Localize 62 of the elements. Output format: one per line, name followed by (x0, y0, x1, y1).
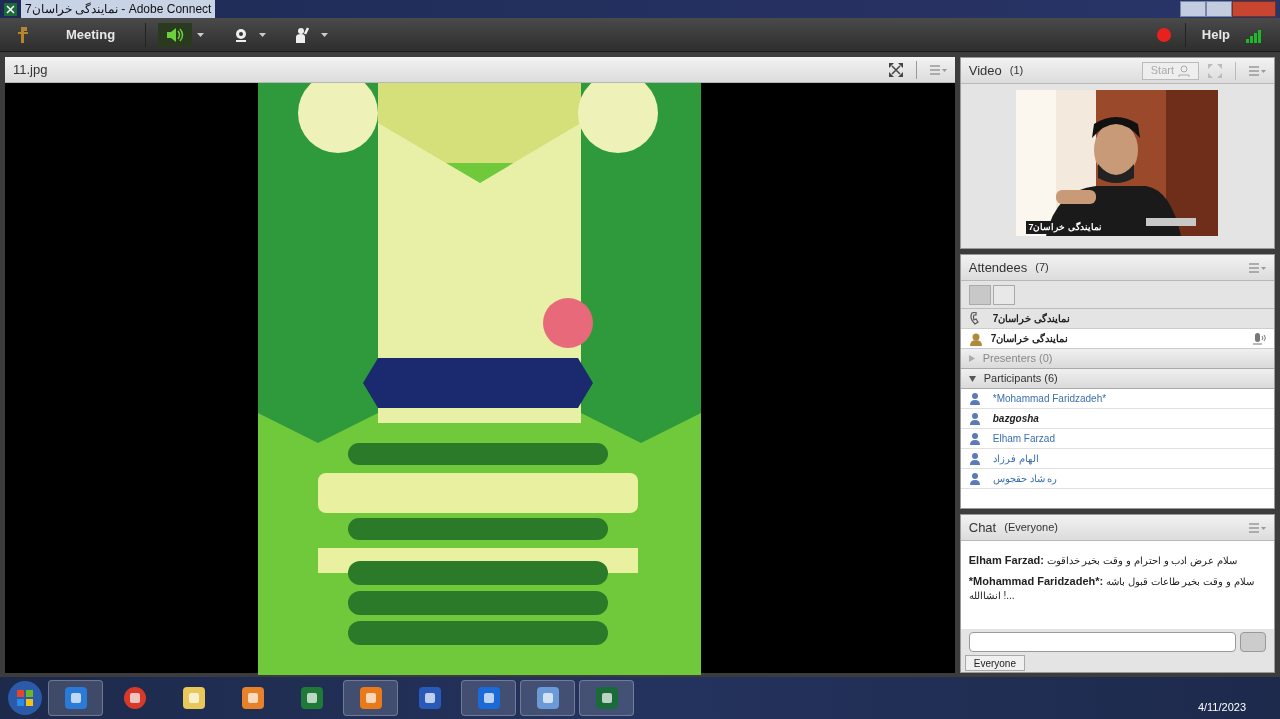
attendee-row[interactable]: نمایندگی خراسان7 (960, 309, 1274, 329)
pod-count: (Everyone) (1004, 520, 1058, 536)
taskbar-button[interactable] (520, 680, 575, 716)
raised-hand-icon (295, 25, 312, 44)
start-button[interactable] (6, 679, 44, 717)
speaker-button[interactable] (158, 22, 193, 47)
microphone-icon (1252, 331, 1266, 346)
app-icon (4, 2, 17, 16)
folder-icon (180, 685, 207, 711)
document-icon (416, 685, 443, 711)
fullscreen-icon[interactable] (887, 61, 904, 78)
chat-input[interactable] (968, 632, 1236, 652)
person-icon (968, 471, 981, 486)
caret-icon (196, 32, 204, 37)
attendee-row[interactable]: bazgosha (960, 409, 1274, 429)
app-icon (593, 685, 620, 711)
taskbar-button[interactable] (579, 680, 634, 716)
meeting-menu[interactable]: Meeting (66, 24, 116, 45)
expanded-arrow-icon (968, 375, 976, 382)
window-icon (534, 685, 561, 711)
person-icon (1178, 64, 1190, 77)
window-title: نمایندگی خراسان7 - Adobe Connect (21, 0, 216, 18)
pod-title: Attendees (968, 258, 1028, 277)
attendee-name: bazgosha (992, 412, 1039, 426)
person-icon (968, 431, 981, 446)
chat-tab[interactable]: Everyone (964, 655, 1025, 671)
attendee-name: Elham Farzad (992, 432, 1055, 446)
pod-count: (7) (1035, 260, 1049, 276)
attendee-row[interactable]: نمایندگی خراسان7 (960, 329, 1274, 349)
group-header[interactable]: Participants (6) (960, 369, 1274, 389)
taskbar-button[interactable] (461, 680, 516, 716)
pod-count: (1) (1009, 63, 1024, 79)
help-menu[interactable]: Help (1201, 24, 1230, 45)
app-icon (475, 685, 502, 711)
clock-date: 4/11/2023 (1197, 699, 1246, 715)
person-icon (968, 411, 981, 426)
taskbar-button[interactable] (48, 680, 103, 716)
attendee-name: *Mohammad Faridzadeh* (992, 392, 1107, 406)
attendee-name: الهام فرزاد (992, 452, 1039, 466)
person-icon (968, 451, 981, 466)
browser-icon (62, 685, 89, 711)
host-icon (968, 331, 983, 346)
caret-icon (258, 32, 266, 37)
person-icon (968, 391, 981, 406)
attendee-name: ره شاد حقجوس (992, 472, 1058, 486)
taskbar-button[interactable] (343, 680, 398, 716)
attendee-row[interactable]: *Mohammad Faridzadeh* (960, 389, 1274, 409)
spreadsheet-icon (298, 685, 325, 711)
attendee-row[interactable]: Elham Farzad (960, 429, 1274, 449)
attendee-name: نمایندگی خراسان7 (990, 332, 1069, 346)
record-icon[interactable] (1156, 27, 1171, 42)
app-icon (357, 685, 384, 711)
speaker-icon (165, 26, 186, 43)
collapsed-arrow-icon (968, 355, 975, 362)
pod-title: Video (968, 61, 1002, 80)
attendee-row[interactable]: ره شاد حقجوس (960, 469, 1274, 489)
pod-title: Chat (968, 518, 997, 537)
media-player-icon (239, 685, 266, 711)
attendee-name: نمایندگی خراسان7 (992, 312, 1071, 326)
caret-icon (320, 32, 328, 37)
attendee-row[interactable]: الهام فرزاد (960, 449, 1274, 469)
pod-title: 11.jpg (13, 60, 48, 79)
